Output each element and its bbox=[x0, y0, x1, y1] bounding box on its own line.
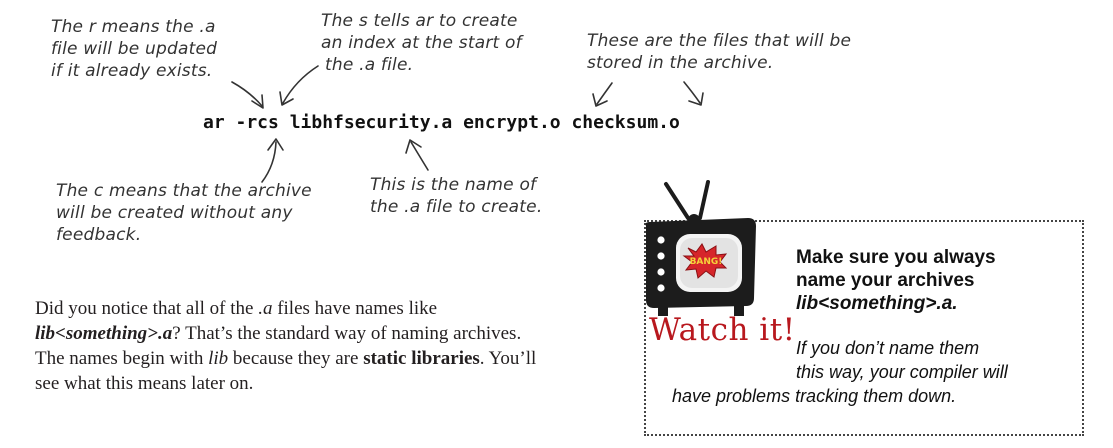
tv-warning-icon: BANG! bbox=[645, 180, 756, 316]
warning-body: If you don’t name them this way, your co… bbox=[672, 336, 1072, 408]
tv-bang-text: BANG! bbox=[690, 257, 723, 267]
warning-body-line-1: If you don’t name them bbox=[796, 338, 980, 358]
para-static-libraries: static libraries bbox=[363, 348, 480, 369]
warning-body-line-3: have problems tracking them down. bbox=[672, 386, 957, 406]
para-text-4: because they are bbox=[228, 348, 364, 369]
encrypt-arrow bbox=[596, 82, 613, 105]
para-lib: lib bbox=[208, 348, 229, 369]
r-arrow bbox=[231, 81, 263, 107]
warning-heading-line-2: name your archives bbox=[796, 270, 975, 291]
s-arrow bbox=[282, 65, 319, 104]
warning-body-line-2: this way, your compiler will bbox=[796, 362, 1008, 382]
warning-heading-line-1: Make sure you always bbox=[796, 247, 996, 268]
checksum-arrow bbox=[683, 81, 701, 104]
para-text-1: Did you notice that all of the bbox=[35, 298, 259, 319]
para-lib-pattern: lib<something>.a bbox=[35, 323, 173, 344]
warning-heading-line-3: lib<something>.a. bbox=[796, 293, 958, 314]
warning-heading: Make sure you always name your archives … bbox=[796, 246, 1086, 315]
para-text-2: files have names like bbox=[272, 298, 438, 319]
archive-naming-paragraph: Did you notice that all of the .a files … bbox=[35, 296, 555, 396]
para-ext: .a bbox=[258, 298, 273, 319]
